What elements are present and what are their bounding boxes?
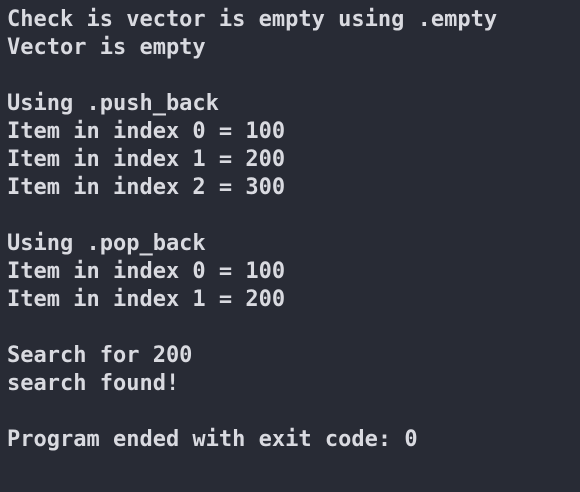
output-line: Using .pop_back <box>7 231 206 256</box>
output-line: Check is vector is empty using .empty <box>7 7 498 32</box>
output-line: Item in index 1 = 200 <box>7 147 286 172</box>
output-line: Item in index 0 = 100 <box>7 259 286 284</box>
output-line: Vector is empty <box>7 35 206 60</box>
exit-status-line: Program ended with exit code: 0 <box>7 427 418 452</box>
console-output[interactable]: Check is vector is empty using .empty Ve… <box>0 0 580 492</box>
output-line: search found! <box>7 371 180 396</box>
output-line: Item in index 1 = 200 <box>7 287 286 312</box>
output-line: Item in index 2 = 300 <box>7 175 286 200</box>
output-line: Item in index 0 = 100 <box>7 119 286 144</box>
output-line: Using .push_back <box>7 91 219 116</box>
output-line: Search for 200 <box>7 343 193 368</box>
